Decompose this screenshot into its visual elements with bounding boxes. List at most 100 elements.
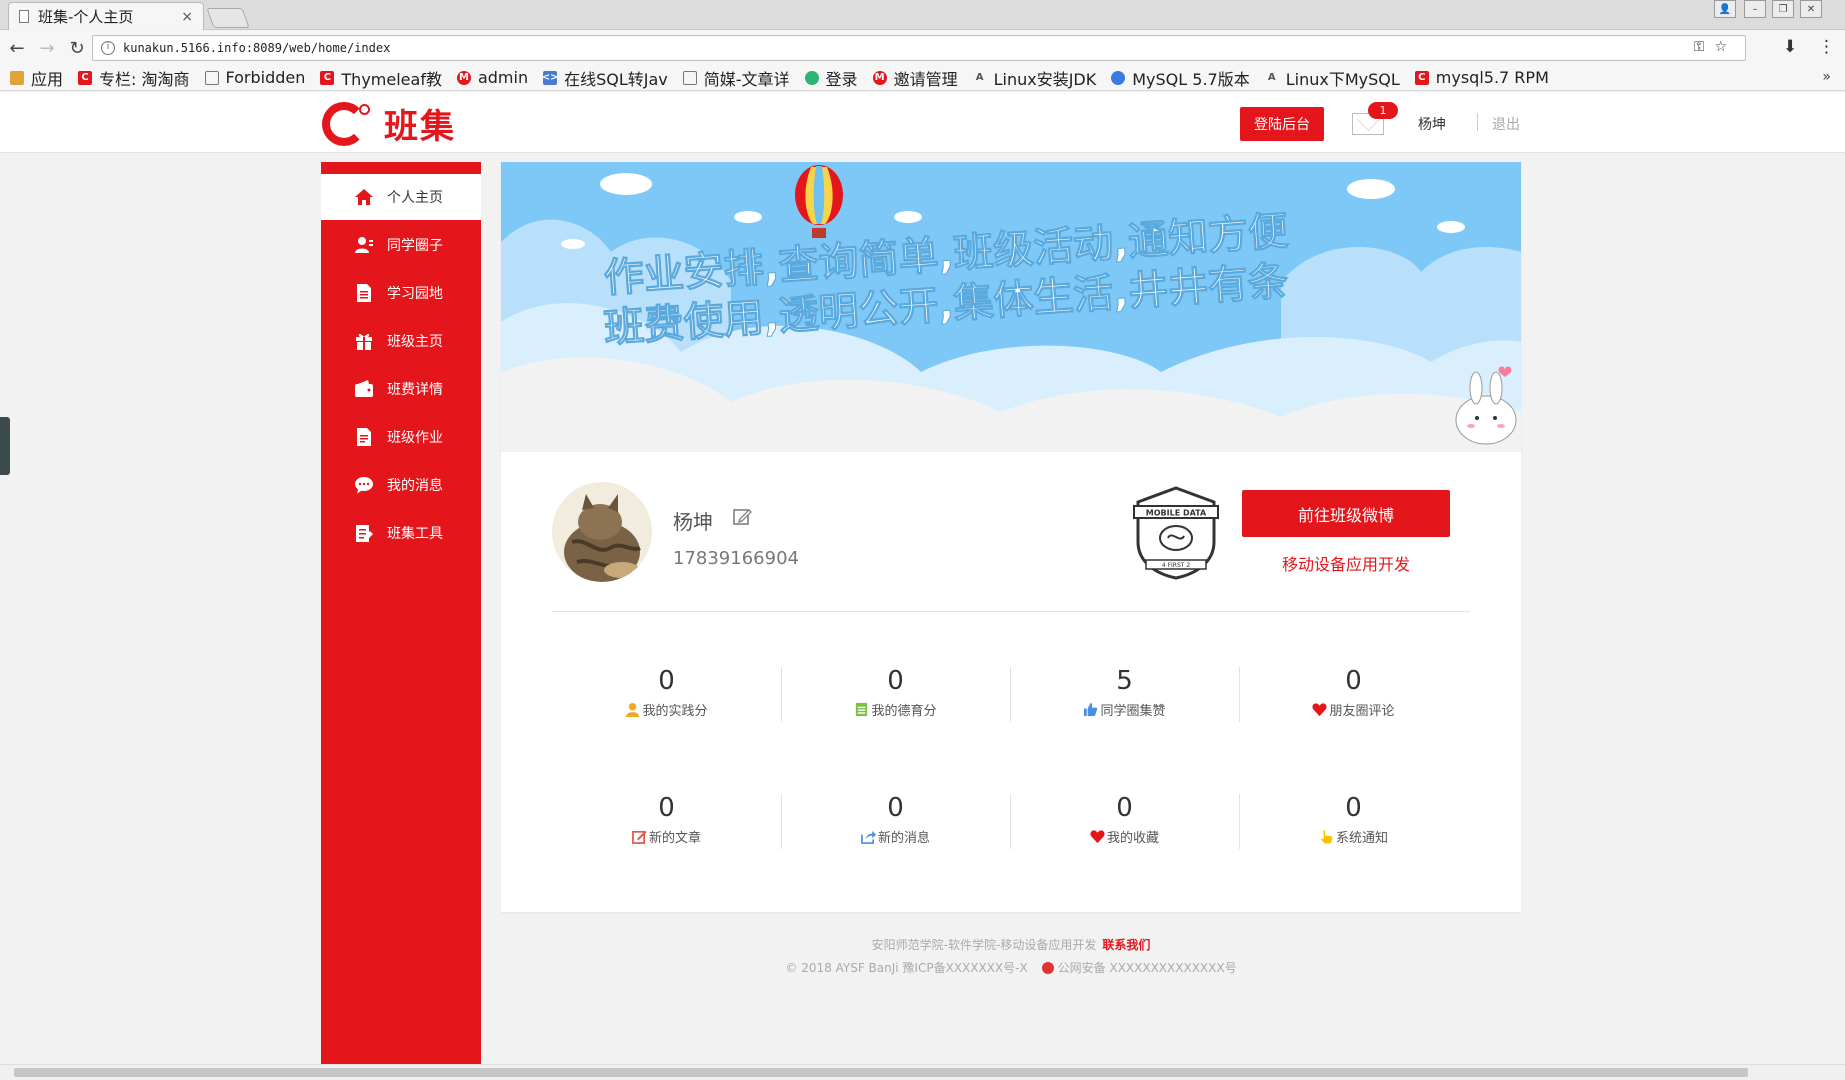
bookmark-item[interactable]: Madmin	[456, 68, 528, 87]
admin-login-button[interactable]: 登陆后台	[1240, 107, 1324, 141]
sidebar-item-label: 个人主页	[387, 190, 443, 206]
browser-toolbar: ← → ↻ i kunakun.5166.info:8089/web/home/…	[0, 31, 1845, 65]
text-icon: A	[975, 72, 984, 83]
hand-icon	[1320, 829, 1333, 844]
bookmark-item[interactable]: M 邀请管理	[872, 66, 958, 90]
heart-icon	[1312, 703, 1328, 717]
homework-icon	[353, 426, 375, 448]
reload-icon[interactable]: ↻	[64, 38, 90, 59]
divider	[552, 611, 1470, 612]
minimize-icon[interactable]: –	[1744, 0, 1766, 18]
stat-value: 0	[658, 793, 675, 823]
horizontal-scrollbar[interactable]	[0, 1064, 1845, 1080]
thumbs-up-icon	[1084, 702, 1098, 717]
download-icon[interactable]: ⬇	[1783, 37, 1797, 57]
sidebar-item-class-fee[interactable]: 班费详情	[321, 366, 481, 412]
page-icon	[204, 70, 219, 85]
sidebar-item-messages[interactable]: 我的消息	[321, 462, 481, 508]
bookmark-item[interactable]: C Thymeleaf教	[320, 66, 442, 90]
contact-link[interactable]: 联系我们	[1102, 938, 1150, 952]
footer-copyright: © 2018 AYSF BanJi 豫ICP备XXXXXXX号-X	[785, 961, 1028, 975]
new-tab-button[interactable]	[206, 8, 250, 28]
class-weibo-button[interactable]: 前往班级微博	[1242, 490, 1450, 537]
bookmark-item[interactable]: <> 在线SQL转Jav	[542, 66, 668, 90]
sidebar-item-class-home[interactable]: 班级主页	[321, 318, 481, 364]
sidebar-item-classmates[interactable]: 同学圈子	[321, 222, 481, 268]
sidebar-item-label: 同学圈子	[387, 238, 443, 254]
stat-my-favorites[interactable]: 0 我的收藏	[1010, 793, 1239, 853]
sidebar-item-homework[interactable]: 班级作业	[321, 414, 481, 460]
stat-system-notices[interactable]: 0 系统通知	[1239, 793, 1468, 853]
sidebar-item-label: 班级作业	[387, 430, 443, 446]
logout-link[interactable]: 退出	[1492, 114, 1520, 134]
leaf-icon	[804, 70, 819, 85]
stat-value: 0	[887, 793, 904, 823]
apps-grid-icon	[10, 70, 24, 85]
logo-mark-icon	[322, 101, 370, 146]
forward-icon[interactable]: →	[34, 38, 60, 59]
profile-phone: 17839166904	[673, 548, 799, 569]
bookmarks-more-icon[interactable]: »	[1822, 69, 1831, 85]
stat-classmate-likes[interactable]: 5 同学圈集赞	[1010, 666, 1239, 726]
side-panel-handle[interactable]	[0, 417, 10, 475]
main-card: 作业安排,查询简单,班级活动,通知方便 班费使用,透明公开,集体生活,井井有条	[501, 162, 1521, 912]
stat-practice-score[interactable]: 0 我的实践分	[552, 666, 781, 726]
banner: 作业安排,查询简单,班级活动,通知方便 班费使用,透明公开,集体生活,井井有条	[501, 162, 1521, 452]
scrollbar-thumb[interactable]	[14, 1068, 1748, 1077]
paw-icon	[1111, 70, 1126, 85]
bookmark-item[interactable]: C 专栏: 淘淘商	[78, 66, 190, 90]
sidebar-item-tools[interactable]: 班集工具	[321, 510, 481, 556]
key-icon[interactable]: ⚿	[1694, 39, 1715, 55]
sidebar-item-home[interactable]: 个人主页	[321, 174, 481, 220]
share-icon	[861, 830, 876, 844]
sidebar-item-label: 我的消息	[387, 478, 443, 494]
bookmark-item[interactable]: 应用	[10, 66, 63, 90]
stat-moral-score[interactable]: 0 我的德育分	[781, 666, 1010, 726]
class-logo[interactable]: MOBILE DATA 4 FIRST 2	[1126, 482, 1226, 582]
gift-icon	[353, 330, 375, 352]
home-icon	[353, 186, 375, 208]
sidebar-item-label: 班集工具	[387, 526, 443, 542]
bookmark-item[interactable]: 登录	[804, 66, 858, 90]
site-info-icon[interactable]: i	[101, 41, 115, 55]
profile-icon[interactable]: 👤	[1714, 0, 1736, 18]
back-icon[interactable]: ←	[4, 38, 30, 59]
text-icon: A	[1267, 72, 1276, 83]
close-window-icon[interactable]: ✕	[1800, 0, 1822, 18]
class-name-link[interactable]: 移动设备应用开发	[1242, 551, 1450, 575]
stat-label: 同学圈集赞	[1100, 704, 1166, 719]
restore-icon[interactable]: ❐	[1772, 0, 1794, 18]
cat-avatar-image	[552, 482, 652, 582]
bookmark-item[interactable]: Cmysql5.7 RPM	[1414, 68, 1549, 87]
avatar[interactable]	[552, 482, 652, 582]
edit-icon[interactable]	[732, 507, 752, 527]
menu-icon[interactable]: ⋮	[1818, 37, 1835, 57]
tab-close-icon[interactable]: ×	[181, 9, 193, 25]
stat-new-articles[interactable]: 0 新的文章	[552, 793, 781, 853]
username-link[interactable]: 杨坤	[1418, 114, 1446, 134]
profile-section: 杨坤 17839166904 MOBILE DATA 4 FIRST 2 前往班…	[501, 452, 1521, 912]
user-circle-icon	[353, 234, 375, 256]
stat-moments-comments[interactable]: 0 朋友圈评论	[1239, 666, 1468, 726]
bookmark-star-icon[interactable]: ☆	[1714, 39, 1737, 55]
stat-value: 0	[1345, 793, 1362, 823]
bookmark-item[interactable]: MySQL 5.7版本	[1111, 66, 1250, 90]
bookmark-item[interactable]: A Linux下MySQL	[1265, 66, 1400, 90]
bookmark-item[interactable]: A Linux安装JDK	[973, 66, 1097, 90]
stat-label: 系统通知	[1335, 831, 1388, 846]
chat-icon	[353, 474, 375, 496]
sidebar-item-study[interactable]: 学习园地	[321, 270, 481, 316]
footer-police[interactable]: 公网安备 XXXXXXXXXXXXXX号	[1058, 961, 1237, 975]
wallet-icon	[353, 378, 375, 400]
banner-illustration: 作业安排,查询简单,班级活动,通知方便 班费使用,透明公开,集体生活,井井有条	[501, 162, 1521, 452]
stat-value: 0	[658, 666, 675, 696]
address-bar[interactable]: i kunakun.5166.info:8089/web/home/index …	[92, 35, 1746, 61]
browser-tab[interactable]: 班集-个人主页 ×	[8, 2, 204, 30]
csdn-icon: C	[320, 70, 335, 85]
site-logo[interactable]: 班集	[322, 99, 456, 148]
bookmark-item[interactable]: 简媒-文章详	[682, 66, 790, 90]
bookmark-item[interactable]: Forbidden	[204, 68, 305, 87]
message-count-badge: 1	[1368, 102, 1398, 119]
page-icon	[19, 10, 29, 23]
stat-new-messages[interactable]: 0 新的消息	[781, 793, 1010, 853]
